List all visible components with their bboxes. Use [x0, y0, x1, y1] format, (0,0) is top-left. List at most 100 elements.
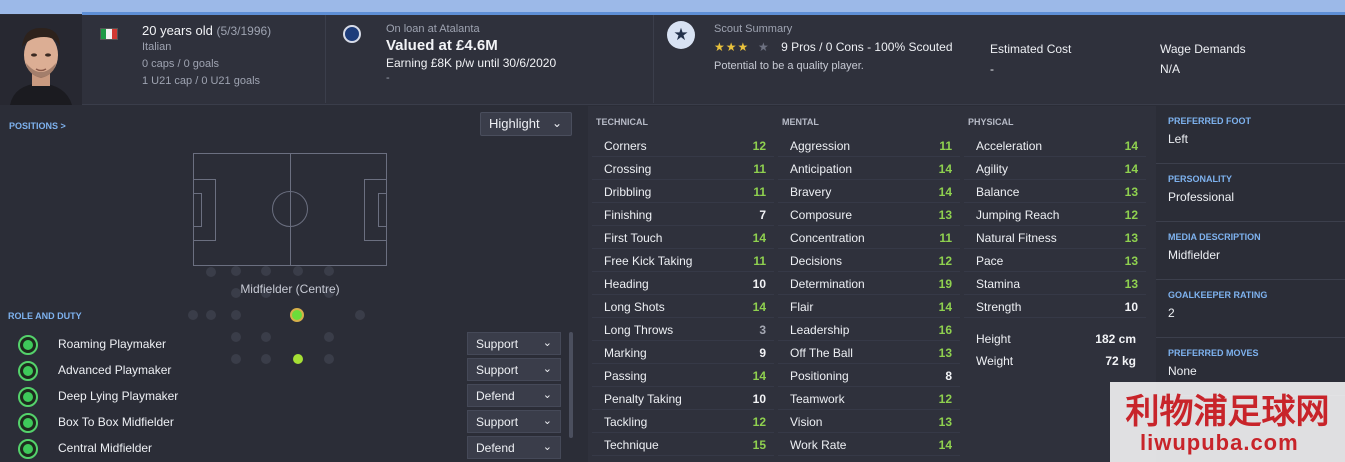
attribute-row[interactable]: Anticipation 14: [778, 157, 960, 180]
attribute-row[interactable]: Composure 13: [778, 203, 960, 226]
info-label: PERSONALITY: [1168, 174, 1233, 184]
attribute-value: 13: [1124, 231, 1138, 245]
attribute-row[interactable]: Work Rate 14: [778, 433, 960, 456]
attribute-value: 19: [938, 277, 952, 291]
attribute-value: 12: [752, 139, 766, 153]
attribute-name: Penalty Taking: [604, 392, 682, 406]
attribute-row[interactable]: Finishing 7: [592, 203, 774, 226]
info-item: PREFERRED FOOT Left: [1156, 106, 1345, 164]
attribute-row[interactable]: Stamina 13: [964, 272, 1146, 295]
role-row[interactable]: Box To Box Midfielder Support ⌄: [8, 410, 568, 434]
highlight-dropdown[interactable]: Highlight ⌄: [480, 112, 572, 136]
right-six-yard-box: [378, 193, 386, 227]
role-list-scrollbar[interactable]: [569, 332, 573, 438]
mental-title: MENTAL: [782, 117, 819, 127]
attribute-value: 10: [752, 277, 766, 291]
duty-dropdown[interactable]: Support ⌄: [467, 358, 561, 381]
position-dot-mc-natural: [290, 308, 304, 322]
attribute-row[interactable]: Heading 10: [592, 272, 774, 295]
attribute-row[interactable]: Bravery 14: [778, 180, 960, 203]
duty-label: Defend: [476, 441, 515, 455]
role-suitability-icon: [18, 413, 38, 433]
attribute-row[interactable]: Natural Fitness 13: [964, 226, 1146, 249]
player-header: 20 years old (5/3/1996) Italian 0 caps /…: [0, 15, 1345, 105]
atalanta-badge-icon[interactable]: [343, 25, 361, 43]
role-name: Box To Box Midfielder: [58, 415, 174, 429]
role-suitability-icon: [18, 387, 38, 407]
attributes-panel: TECHNICAL Corners 12 Crossing 11 Dribbling 11…: [588, 106, 1156, 462]
attribute-name: Free Kick Taking: [604, 254, 693, 268]
attribute-row[interactable]: Strength 10: [964, 295, 1146, 318]
attribute-name: Leadership: [790, 323, 850, 337]
attribute-row[interactable]: Acceleration 14: [964, 134, 1146, 157]
attribute-row[interactable]: Decisions 12: [778, 249, 960, 272]
attribute-name: Long Shots: [604, 300, 665, 314]
duty-label: Support: [476, 415, 519, 429]
player-caps: 0 caps / 0 goals: [142, 58, 220, 70]
attribute-value: 8: [945, 369, 952, 383]
attribute-row[interactable]: Dribbling 11: [592, 180, 774, 203]
attribute-value: 13: [1124, 277, 1138, 291]
positions-panel: POSITIONS > Highlight ⌄ Midfielder (Cent…: [0, 106, 588, 462]
positions-link[interactable]: POSITIONS >: [9, 121, 66, 131]
attribute-row[interactable]: Concentration 11: [778, 226, 960, 249]
info-value: None: [1168, 364, 1197, 378]
attribute-row[interactable]: Balance 13: [964, 180, 1146, 203]
role-row[interactable]: Deep Lying Playmaker Defend ⌄: [8, 384, 568, 408]
attribute-value: 10: [752, 392, 766, 406]
loan-status[interactable]: On loan at Atalanta: [386, 23, 556, 35]
attribute-value: 3: [759, 323, 766, 337]
attribute-row[interactable]: Free Kick Taking 11: [592, 249, 774, 272]
wage-demands: Wage Demands N/A: [1160, 42, 1246, 76]
attribute-row[interactable]: Long Throws 3: [592, 318, 774, 341]
attribute-row[interactable]: Teamwork 12: [778, 387, 960, 410]
attribute-value: 12: [938, 392, 952, 406]
attribute-row[interactable]: Long Shots 14: [592, 295, 774, 318]
duty-dropdown[interactable]: Defend ⌄: [467, 436, 561, 459]
attribute-name: Crossing: [604, 162, 652, 176]
attribute-name: Natural Fitness: [976, 231, 1057, 245]
attribute-row[interactable]: Leadership 16: [778, 318, 960, 341]
attribute-row[interactable]: Pace 13: [964, 249, 1146, 272]
attribute-value: 7: [759, 208, 766, 222]
player-age: 20 years old: [142, 23, 213, 38]
attribute-row[interactable]: Passing 14: [592, 364, 774, 387]
attribute-row[interactable]: Off The Ball 13: [778, 341, 960, 364]
player-bio: 20 years old (5/3/1996) Italian 0 caps /…: [142, 23, 271, 87]
technical-title: TECHNICAL: [596, 117, 648, 127]
attribute-row[interactable]: Penalty Taking 10: [592, 387, 774, 410]
attribute-row[interactable]: Agility 14: [964, 157, 1146, 180]
attribute-row[interactable]: Technique 15: [592, 433, 774, 456]
attribute-name: Long Throws: [604, 323, 674, 337]
position-dot: [293, 266, 303, 276]
attribute-value: 12: [1124, 208, 1138, 222]
attribute-value: 14: [938, 438, 952, 452]
estimated-cost-label: Estimated Cost: [990, 42, 1072, 56]
attribute-row[interactable]: Marking 9: [592, 341, 774, 364]
role-row[interactable]: Roaming Playmaker Support ⌄: [8, 332, 568, 356]
duty-dropdown[interactable]: Support ⌄: [467, 332, 561, 355]
attribute-row[interactable]: First Touch 14: [592, 226, 774, 249]
attribute-row[interactable]: Positioning 8: [778, 364, 960, 387]
duty-dropdown[interactable]: Support ⌄: [467, 410, 561, 433]
attribute-value: 11: [939, 231, 952, 245]
duty-dropdown[interactable]: Defend ⌄: [467, 384, 561, 407]
attribute-value: 14: [752, 369, 766, 383]
attribute-row[interactable]: Flair 14: [778, 295, 960, 318]
scout-summary[interactable]: Scout Summary ★★★ ★ 9 Pros / 0 Cons - 10…: [714, 23, 953, 72]
attribute-row[interactable]: Jumping Reach 12: [964, 203, 1146, 226]
attribute-row[interactable]: Aggression 11: [778, 134, 960, 157]
attribute-value: 14: [938, 300, 952, 314]
role-row[interactable]: Central Midfielder Defend ⌄: [8, 436, 568, 460]
position-dot: [206, 267, 216, 277]
attribute-row[interactable]: Corners 12: [592, 134, 774, 157]
attribute-row[interactable]: Crossing 11: [592, 157, 774, 180]
attribute-name: Agility: [976, 162, 1009, 176]
attribute-name: Jumping Reach: [976, 208, 1060, 222]
role-row[interactable]: Advanced Playmaker Support ⌄: [8, 358, 568, 382]
attribute-row[interactable]: Determination 19: [778, 272, 960, 295]
attribute-row[interactable]: Vision 13: [778, 410, 960, 433]
role-suitability-icon: [18, 335, 38, 355]
body-measurements: Height 182 cm Weight 72 kg: [964, 327, 1146, 373]
attribute-row[interactable]: Tackling 12: [592, 410, 774, 433]
